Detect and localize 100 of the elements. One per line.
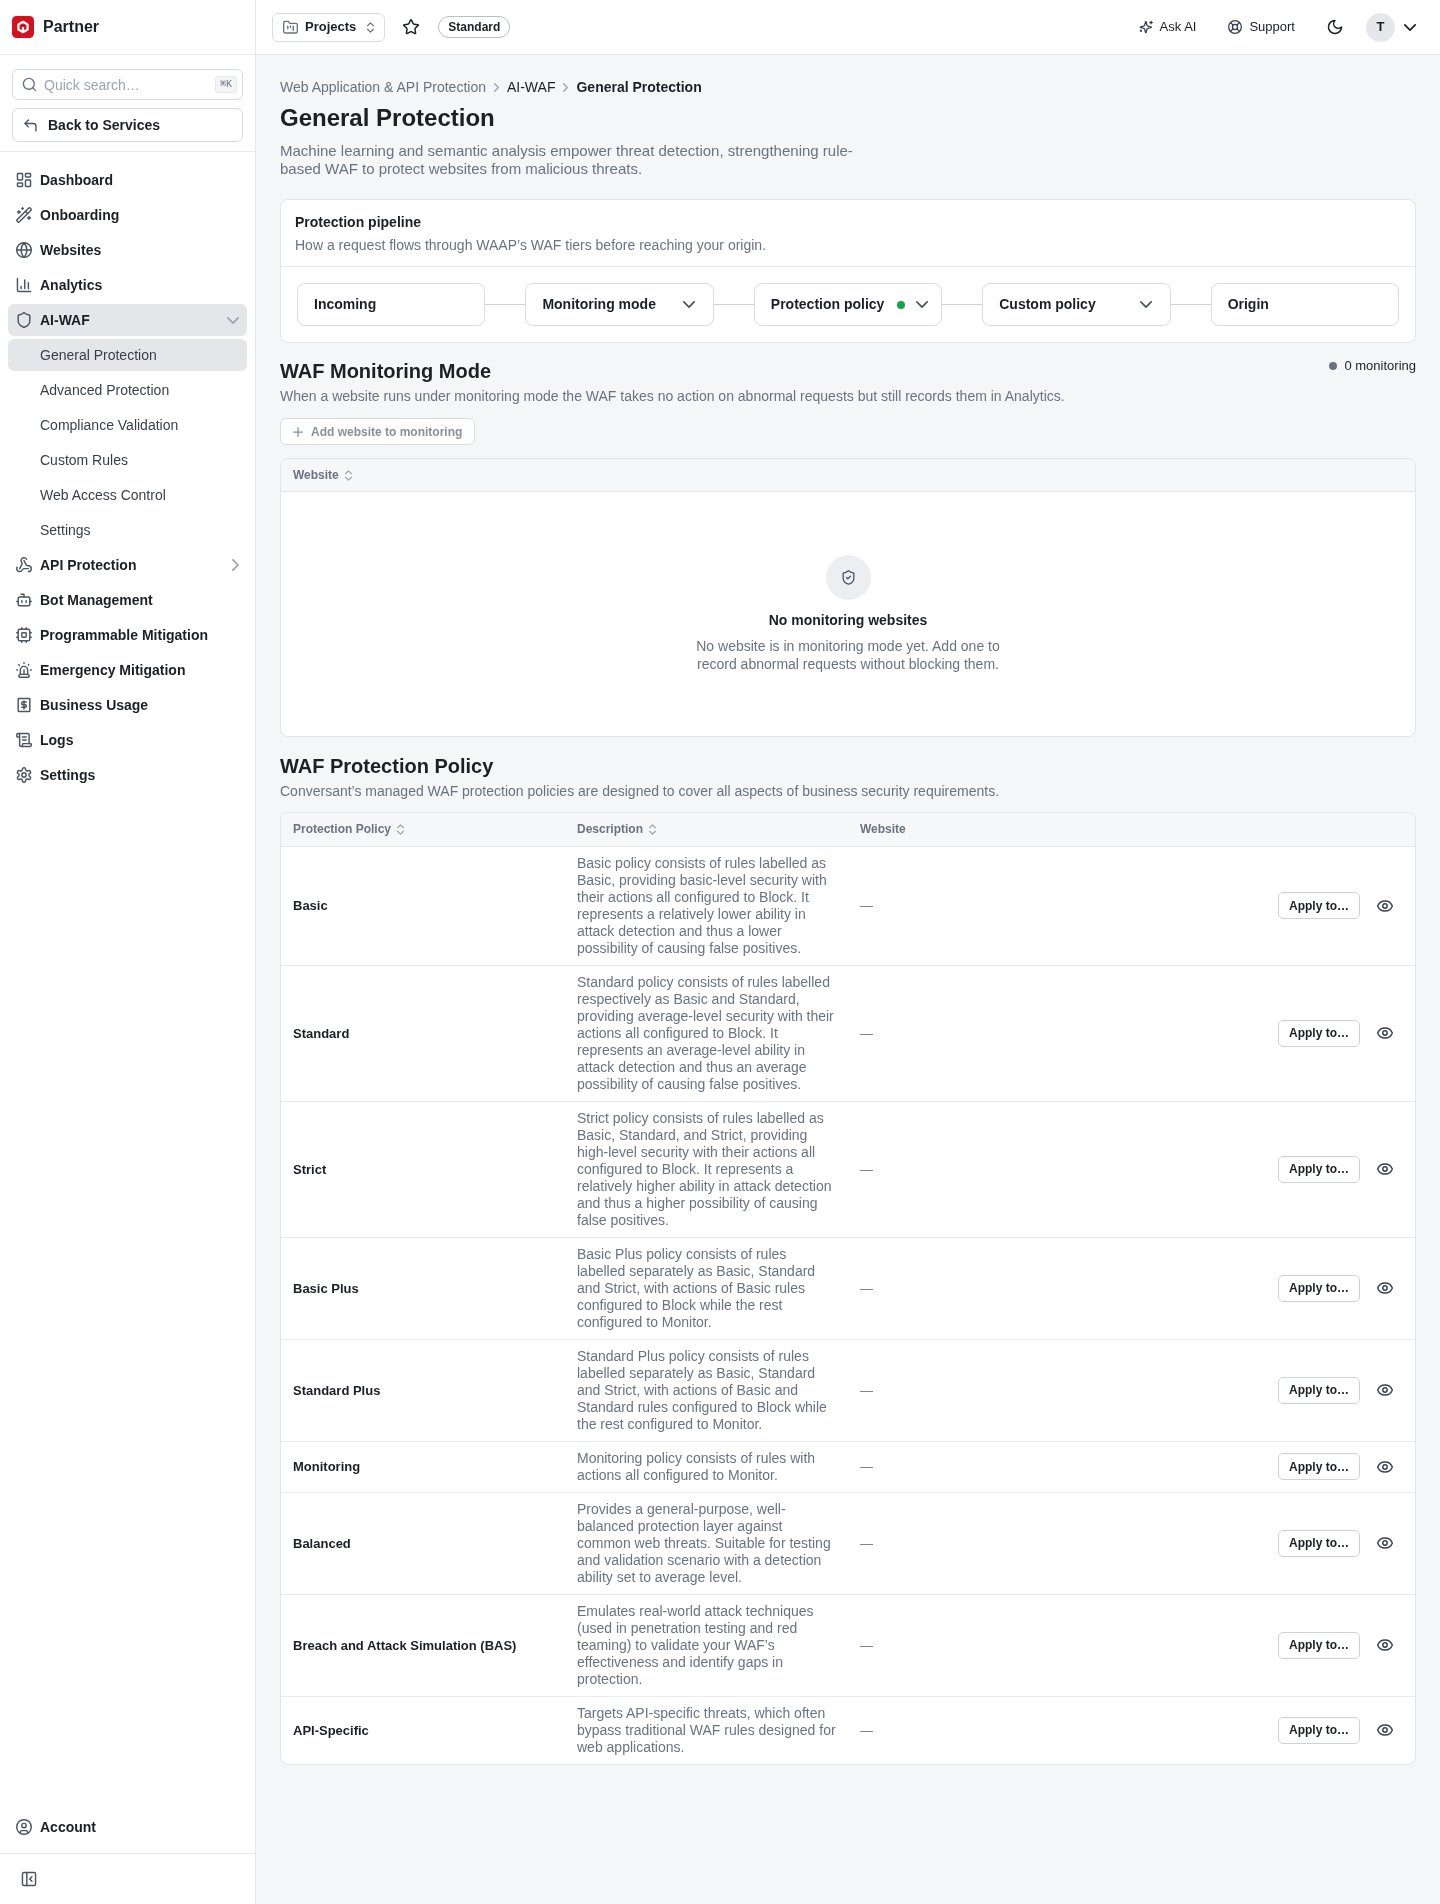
eye-icon[interactable]	[1377, 1282, 1393, 1294]
apply-button[interactable]: Apply to…	[1278, 1453, 1360, 1480]
star-icon[interactable]	[403, 19, 420, 35]
apply-button[interactable]: Apply to…	[1278, 1155, 1360, 1183]
sidebar-item[interactable]: Emergency Mitigation	[8, 654, 247, 686]
sidebar-subitem[interactable]: Compliance Validation	[8, 409, 247, 441]
website-value: —	[860, 1025, 873, 1041]
sidebar-item[interactable]: Dashboard	[8, 164, 247, 196]
dashboard-icon	[16, 172, 32, 188]
shield-check-icon	[825, 555, 871, 600]
status-dot-icon	[1329, 361, 1338, 370]
sidebar-subitem[interactable]: Web Access Control	[8, 479, 247, 511]
sidebar-item[interactable]: Programmable Mitigation	[8, 619, 247, 651]
apply-button[interactable]: Apply to…	[1278, 1529, 1360, 1557]
website-value: —	[860, 1637, 873, 1653]
chevron-down-icon[interactable]	[1404, 23, 1416, 31]
website-value: —	[860, 1722, 873, 1738]
settings-icon	[16, 767, 32, 783]
policy-description: Provides a general-purpose, well-balanced protection layer against common web threats. Suitable for testing and validation scenario with a detection ability set to average level.	[577, 1500, 832, 1586]
toolbar-button[interactable]: Support	[1228, 17, 1295, 37]
sidebar-item[interactable]: Websites	[8, 234, 247, 266]
lifebuoy-icon	[1228, 20, 1243, 34]
policy-description: Strict policy consists of rules labelled as Basic, Standard, and Strict, providing high-level security with their actions all configured to Block. It represents a relatively higher ability in attack detection and thus a higher possibility of causing false positives.	[577, 1109, 833, 1229]
apply-button[interactable]: Apply to…	[1278, 1274, 1360, 1302]
eye-icon[interactable]	[1377, 1027, 1393, 1039]
sidebar-item[interactable]: AI-WAF	[8, 304, 247, 336]
account-link[interactable]: Account	[8, 1811, 247, 1843]
policy-description: Standard policy consists of rules labelled respectively as Basic and Standard, providing average-level security with their actions all configured to Block. It represents an average-level ability in attack detection and thus an average possibility of causing false positives.	[577, 973, 835, 1093]
policy-description: Emulates real-world attack techniques (used in penetration testing and red teaming) to validate your WAF’s effectiveness and identify gaps in protection.	[577, 1602, 815, 1688]
chevron-down-icon	[682, 301, 695, 308]
policy-description: Standard Plus policy consists of rules labelled separately as Basic, Standard and Strict, with actions of Basic and Standard rules configured to Block while the rest configured to Monitor.	[577, 1347, 828, 1433]
apply-button[interactable]: Apply to…	[1278, 892, 1360, 919]
monitoring-count: 0 monitoring	[1344, 357, 1416, 375]
siren-icon	[16, 662, 32, 678]
apply-button[interactable]: Apply to…	[1278, 1376, 1360, 1404]
eye-icon[interactable]	[1377, 1537, 1393, 1549]
card-subtitle: How a request flows through WAAP’s WAF tiers before reaching your origin.	[295, 236, 768, 254]
toolbar-button[interactable]: Ask AI	[1138, 17, 1197, 37]
sidebar-item[interactable]: API Protection	[8, 549, 247, 581]
sidebar-item[interactable]: Bot Management	[8, 584, 247, 616]
sidebar-item[interactable]: Business Usage	[8, 689, 247, 721]
card-title: Protection pipeline	[295, 213, 422, 232]
chevron-down-icon	[916, 301, 929, 308]
policy-name: Basic	[293, 898, 328, 913]
policy-name: API-Specific	[293, 1722, 369, 1738]
apply-button[interactable]: Apply to…	[1278, 1716, 1360, 1744]
sidebar-item[interactable]: Settings	[8, 759, 247, 791]
sidebar-subitem[interactable]: Advanced Protection	[8, 374, 247, 406]
eye-icon[interactable]	[1377, 1163, 1393, 1175]
website-value: —	[860, 1280, 873, 1296]
column-header[interactable]: Website	[293, 466, 339, 484]
eye-icon[interactable]	[1377, 1460, 1393, 1473]
eye-icon[interactable]	[1377, 1384, 1393, 1396]
scroll-icon	[16, 732, 32, 748]
breadcrumb-link[interactable]: Web Application & API Protection	[280, 78, 486, 96]
user-avatar[interactable]: T	[1366, 12, 1395, 42]
website-value: —	[860, 1382, 873, 1398]
policy-name: Basic Plus	[293, 1280, 359, 1296]
sidebar-item[interactable]: Analytics	[8, 269, 247, 301]
bar-chart-icon	[16, 277, 32, 293]
sidebar-subitem[interactable]: Custom Rules	[8, 444, 247, 476]
apply-button[interactable]: Apply to…	[1278, 1631, 1360, 1659]
user-circle-icon	[16, 1819, 32, 1835]
pipeline-stage: Incoming	[297, 283, 486, 326]
column-header[interactable]: Description	[577, 820, 643, 839]
logo-icon	[12, 16, 34, 38]
connector-line	[485, 304, 526, 305]
eye-icon[interactable]	[1377, 899, 1393, 912]
section-description: When a website runs under monitoring mode the WAF takes no action on abnormal requests but still records them in Analytics.	[280, 387, 1066, 405]
sidebar-subitem[interactable]: Settings	[8, 514, 247, 546]
pipeline-stage-dropdown[interactable]: Protection policy	[753, 283, 943, 326]
folder-icon	[283, 19, 298, 35]
empty-state-title: No monitoring websites	[767, 611, 929, 630]
moon-icon[interactable]	[1327, 19, 1343, 35]
eye-icon[interactable]	[1377, 1724, 1393, 1736]
breadcrumb-link[interactable]: AI-WAF	[507, 78, 556, 96]
policy-description: Targets API-specific threats, which often bypass traditional WAF rules designed for web applications.	[577, 1704, 836, 1756]
back-button[interactable]: Back to Services	[12, 108, 243, 142]
website-value: —	[860, 898, 873, 913]
chevron-right-icon	[494, 82, 499, 92]
sidebar-item[interactable]: Onboarding	[8, 199, 247, 231]
search-icon	[22, 77, 37, 92]
policy-name: Breach and Attack Simulation (BAS)	[293, 1637, 517, 1653]
globe-icon	[16, 242, 32, 258]
projects-dropdown[interactable]: Projects	[272, 12, 386, 42]
website-value: —	[860, 1161, 873, 1177]
chevrons-up-down-icon	[367, 21, 375, 33]
policy-description: Monitoring policy consists of rules with actions all configured to Monitor.	[577, 1449, 817, 1484]
pipeline-stage-dropdown[interactable]: Custom policy	[982, 283, 1171, 326]
apply-button[interactable]: Apply to…	[1278, 1019, 1360, 1047]
robot-icon	[16, 592, 32, 608]
connector-line	[713, 304, 754, 305]
eye-icon[interactable]	[1377, 1639, 1393, 1651]
sidebar-collapse-icon[interactable]	[21, 1871, 37, 1887]
corner-arrow-icon	[23, 117, 38, 133]
pipeline-stage-dropdown[interactable]: Monitoring mode	[525, 283, 714, 326]
policy-description: Basic Plus policy consists of rules labelled separately as Basic, Standard and Strict, with actions of Basic rules configured to Block while the rest configured to Monitor.	[577, 1245, 817, 1331]
sidebar-subitem[interactable]: General Protection	[8, 339, 247, 371]
sidebar-item[interactable]: Logs	[8, 724, 247, 756]
section-title: WAF Monitoring Mode	[280, 359, 492, 384]
